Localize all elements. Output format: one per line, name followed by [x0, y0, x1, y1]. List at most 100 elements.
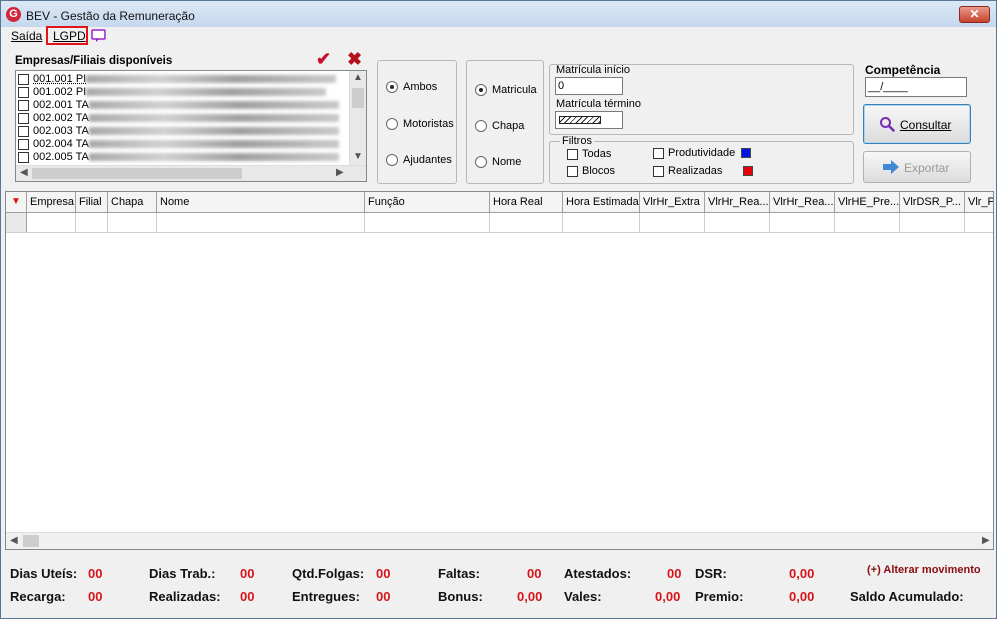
title-bar: G BEV - Gestão da Remuneração ✕ [1, 1, 996, 27]
menu-bar: Saída LGPD [2, 26, 996, 46]
atestados-label: Atestados: [564, 566, 632, 581]
grid-horizontal-scrollbar[interactable]: ◀ ▶ [6, 532, 993, 549]
scroll-right-icon[interactable]: ▶ [336, 167, 344, 178]
entregues-label: Entregues: [292, 589, 360, 604]
scroll-thumb[interactable] [352, 88, 364, 108]
table-row[interactable] [6, 213, 993, 233]
list-item[interactable]: 002.002 TA [18, 112, 339, 124]
col-chapa[interactable]: Chapa [108, 192, 157, 213]
check-all-icon[interactable]: ✔ [316, 49, 331, 70]
matricula-termino-label: Matrícula término [556, 98, 641, 110]
filtros-label: Filtros [560, 135, 594, 147]
qtd-folgas-value: 00 [376, 566, 391, 581]
radio-ambos[interactable]: Ambos [386, 81, 437, 94]
col-nome[interactable]: Nome [157, 192, 365, 213]
premio-value: 0,00 [789, 589, 815, 604]
app-window: G BEV - Gestão da Remuneração ✕ Saída LG… [0, 0, 997, 619]
checkbox[interactable] [18, 125, 29, 137]
dias-uteis-label: Dias Uteís: [10, 566, 78, 581]
col-vlrhr-rea-1[interactable]: VlrHr_Rea... [705, 192, 770, 213]
empresas-label: Empresas/Filiais disponíveis [15, 55, 173, 67]
list-item[interactable]: 001.001 PI [18, 73, 337, 85]
checkbox[interactable] [18, 151, 29, 163]
vales-label: Vales: [564, 589, 602, 604]
list-vertical-scrollbar[interactable]: ▲ ▼ [349, 71, 366, 166]
sort-down-icon: ▼ [11, 196, 21, 207]
filtro-todas[interactable]: Todas [567, 148, 611, 160]
scroll-down-icon[interactable]: ▼ [353, 151, 363, 162]
atestados-value: 00 [667, 566, 682, 581]
uncheck-all-icon[interactable]: ✖ [347, 49, 362, 70]
results-grid[interactable]: ▼ Empresa Filial Chapa Nome Função Hora … [5, 191, 994, 550]
scroll-left-icon[interactable]: ◀ [20, 167, 28, 178]
arrow-right-icon [882, 160, 900, 177]
matricula-inicio-label: Matrícula início [556, 64, 630, 76]
close-button[interactable]: ✕ [959, 6, 990, 23]
ordem-group: Matricula Chapa Nome [466, 60, 544, 184]
empresas-list[interactable]: 001.001 PI 001.002 PI 002.001 TA 002.002… [15, 70, 367, 182]
alterar-movimento-link[interactable]: (+) Alterar movimento [867, 564, 981, 576]
entregues-value: 00 [376, 589, 391, 604]
scroll-thumb[interactable] [32, 168, 242, 179]
competencia-input[interactable]: __/____ [865, 77, 967, 97]
consultar-button[interactable]: Consultar [863, 104, 971, 144]
col-vlrdsr-p[interactable]: VlrDSR_P... [900, 192, 965, 213]
menu-saida[interactable]: Saída [11, 29, 42, 43]
col-vlrhr-rea-2[interactable]: VlrHr_Rea... [770, 192, 835, 213]
col-vlrhe-pre[interactable]: VlrHE_Pre... [835, 192, 900, 213]
bonus-value: 0,00 [517, 589, 543, 604]
list-item[interactable]: 001.002 PI [18, 86, 327, 98]
lgpd-highlight-box [46, 26, 88, 45]
checkbox[interactable] [18, 73, 29, 85]
checkbox[interactable] [18, 112, 29, 124]
filtro-realizadas[interactable]: Realizadas [653, 165, 754, 177]
recarga-value: 00 [88, 589, 103, 604]
scroll-right-icon[interactable]: ▶ [982, 535, 990, 546]
matricula-inicio-input[interactable]: 0 [555, 77, 623, 95]
col-filial[interactable]: Filial [76, 192, 108, 213]
dias-trab-label: Dias Trab.: [149, 566, 216, 581]
bonus-label: Bonus: [438, 589, 483, 604]
radio-motoristas[interactable]: Motoristas [386, 118, 454, 131]
filtro-blocos[interactable]: Blocos [567, 165, 615, 177]
row-indicator-header[interactable]: ▼ [6, 192, 27, 213]
dias-uteis-value: 00 [88, 566, 103, 581]
radio-matricula[interactable]: Matricula [475, 84, 537, 97]
exportar-label: Exportar [904, 161, 950, 175]
recarga-label: Recarga: [10, 589, 66, 604]
list-item[interactable]: 002.003 TA [18, 125, 339, 137]
row-indicator[interactable] [6, 213, 27, 232]
matricula-termino-input[interactable] [555, 111, 623, 129]
realizadas-value: 00 [240, 589, 255, 604]
col-empresa[interactable]: Empresa [27, 192, 76, 213]
dsr-value: 0,00 [789, 566, 815, 581]
radio-ajudantes[interactable]: Ajudantes [386, 154, 452, 167]
vales-value: 0,00 [655, 589, 681, 604]
consultar-label: Consultar [900, 118, 952, 132]
col-vlr-pl[interactable]: Vlr_Pl [965, 192, 993, 213]
list-horizontal-scrollbar[interactable]: ◀ ▶ [16, 165, 366, 181]
dsr-label: DSR: [695, 566, 727, 581]
list-item[interactable]: 002.001 TA [18, 99, 339, 111]
col-vlrhr-extra[interactable]: VlrHr_Extra [640, 192, 705, 213]
radio-chapa[interactable]: Chapa [475, 120, 524, 133]
scroll-left-icon[interactable]: ◀ [10, 535, 18, 546]
premio-label: Premio: [695, 589, 744, 604]
red-legend-swatch [743, 166, 754, 177]
scroll-thumb[interactable] [23, 535, 39, 547]
exportar-button[interactable]: Exportar [863, 151, 971, 183]
checkbox[interactable] [18, 86, 29, 98]
list-item[interactable]: 002.005 TA [18, 151, 339, 163]
checkbox[interactable] [18, 138, 29, 150]
radio-nome[interactable]: Nome [475, 156, 521, 169]
scroll-up-icon[interactable]: ▲ [353, 72, 363, 83]
chat-monitor-icon[interactable] [91, 29, 107, 46]
list-item[interactable]: 002.004 TA [18, 138, 339, 150]
tipo-group: Ambos Motoristas Ajudantes [377, 60, 457, 184]
filtro-produtividade[interactable]: Produtividade [653, 147, 752, 159]
checkbox[interactable] [18, 99, 29, 111]
col-funcao[interactable]: Função [365, 192, 490, 213]
col-hora-real[interactable]: Hora Real [490, 192, 563, 213]
col-hora-estimada[interactable]: Hora Estimada [563, 192, 640, 213]
blue-legend-swatch [741, 148, 752, 159]
